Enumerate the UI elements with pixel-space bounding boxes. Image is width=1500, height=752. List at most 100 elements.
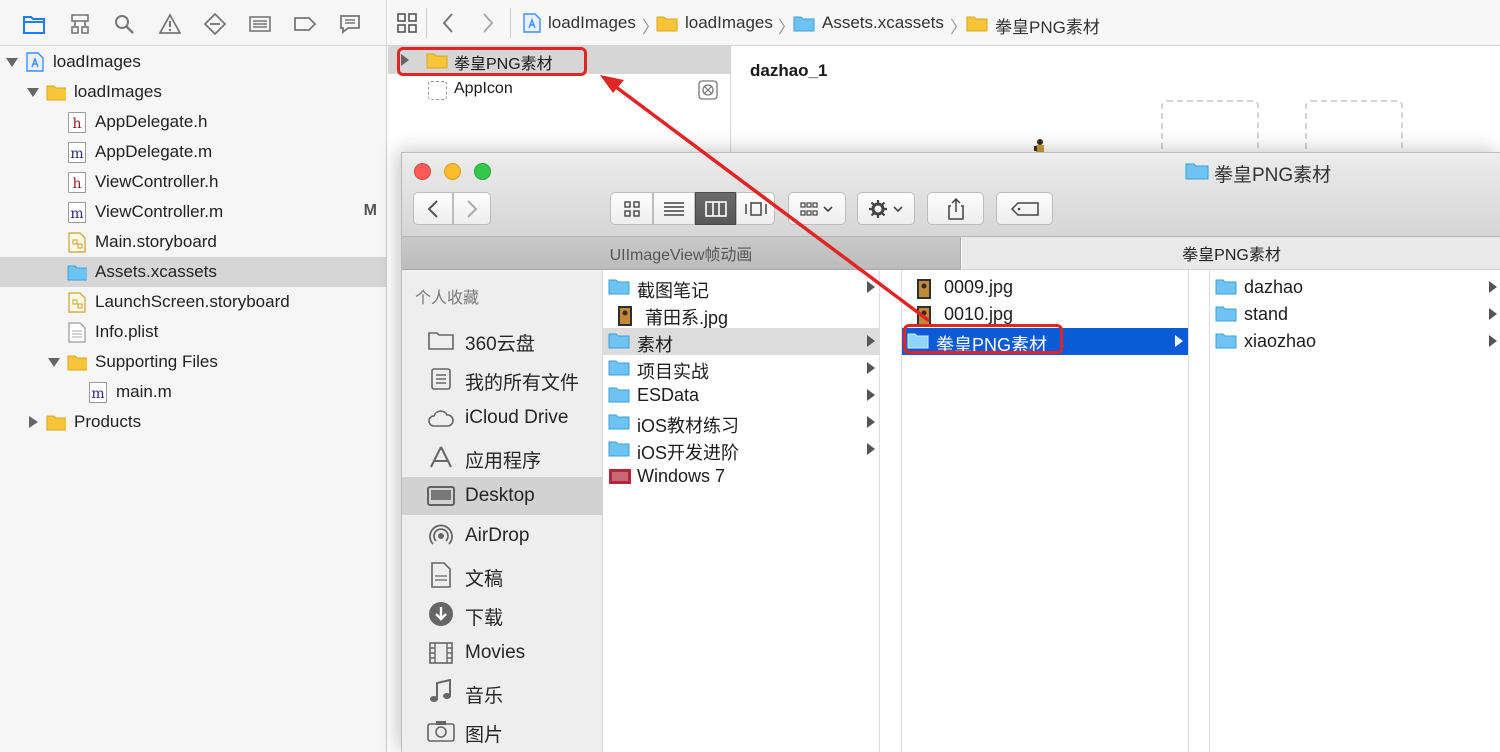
header-file-icon: h <box>67 171 87 193</box>
disclosure-arrow-icon <box>867 281 875 293</box>
sidebar-item[interactable]: AirDrop <box>402 517 603 555</box>
sidebar-item[interactable]: Movies <box>402 634 603 672</box>
finder-sidebar: 个人收藏 360云盘 我的所有文件 iCloud Drive 应用程序 Desktop A… <box>402 270 603 752</box>
finder-item[interactable]: 项目实战 <box>603 355 880 382</box>
sidebar-item[interactable]: 360云盘 <box>402 321 603 359</box>
disclosure-triangle-icon[interactable] <box>5 55 19 69</box>
sidebar-item-label: 图片 <box>465 725 504 746</box>
issue-navigator-icon[interactable] <box>157 11 183 37</box>
airdrop-icon <box>427 524 455 548</box>
finder-item[interactable]: 截图笔记 <box>603 274 880 301</box>
sidebar-item[interactable]: 文稿 <box>402 556 603 594</box>
sidebar-item[interactable]: 应用程序 <box>402 438 603 476</box>
close-button[interactable] <box>414 163 431 180</box>
image-file-icon <box>914 278 938 299</box>
finder-item-label: 0009.jpg <box>944 277 1014 297</box>
tree-item-label: main.m <box>116 382 172 401</box>
back-arrow-icon[interactable] <box>440 12 456 34</box>
tab-bar: UIImageView帧动画 拳皇PNG素材 <box>402 237 1500 270</box>
report-navigator-icon[interactable] <box>337 11 363 37</box>
appicon-label[interactable]: AppIcon <box>454 80 513 98</box>
header-file-icon: h <box>67 111 87 133</box>
tree-item[interactable]: Assets.xcassets <box>0 257 386 287</box>
folder-icon <box>67 352 87 372</box>
minimize-button[interactable] <box>444 163 461 180</box>
finder-item[interactable]: stand <box>1210 301 1500 328</box>
sidebar-item-label: 360云盘 <box>465 334 535 355</box>
tree-item[interactable]: Products <box>0 407 386 437</box>
tree-item[interactable]: loadImages <box>0 77 386 107</box>
tree-item[interactable]: loadImages <box>0 47 386 77</box>
edit-tags-button[interactable] <box>996 192 1053 225</box>
finder-item[interactable]: Windows 7 <box>603 463 880 490</box>
sidebar-item[interactable]: Desktop <box>402 477 603 516</box>
list-view-button[interactable] <box>653 192 695 225</box>
share-button[interactable] <box>927 192 984 225</box>
finder-item[interactable]: iOS教材练习 <box>603 409 880 436</box>
tree-item[interactable]: m AppDelegate.m <box>0 137 386 167</box>
asset-name: dazhao_1 <box>750 61 828 80</box>
finder-item[interactable]: 0009.jpg <box>902 274 1188 301</box>
find-navigator-icon[interactable] <box>111 11 137 37</box>
tree-item[interactable]: h ViewController.h <box>0 167 386 197</box>
disclosure-triangle-icon[interactable] <box>26 415 40 429</box>
tab-kof-png[interactable]: 拳皇PNG素材 <box>962 237 1500 270</box>
arrange-button[interactable] <box>788 192 846 225</box>
tree-item[interactable]: m ViewController.m M <box>0 197 386 227</box>
project-icon <box>523 13 541 33</box>
debug-navigator-icon[interactable] <box>247 11 273 37</box>
tree-item[interactable]: Main.storyboard <box>0 227 386 257</box>
forward-arrow-icon[interactable] <box>480 12 496 34</box>
forward-button[interactable] <box>453 192 491 225</box>
finder-item[interactable]: xiaozhao <box>1210 328 1500 355</box>
file-tree: loadImages loadImages h AppDelegate.h m AppDe… <box>0 46 386 752</box>
disclosure-triangle-icon[interactable] <box>47 355 61 369</box>
sidebar-item[interactable]: 音乐 <box>402 673 603 711</box>
finder-item[interactable]: dazhao <box>1210 274 1500 301</box>
breadcrumb-group[interactable]: loadImages <box>685 13 773 33</box>
back-button[interactable] <box>413 192 453 225</box>
remove-asset-icon[interactable] <box>698 80 718 100</box>
finder-item[interactable]: iOS开发进阶 <box>603 436 880 463</box>
sidebar-item-label: iCloud Drive <box>465 407 569 429</box>
modified-badge: M <box>363 202 377 219</box>
tree-item[interactable]: h AppDelegate.h <box>0 107 386 137</box>
sidebar-item[interactable]: iCloud Drive <box>402 399 603 437</box>
breakpoint-navigator-icon[interactable] <box>292 11 318 37</box>
finder-item[interactable]: ESData <box>603 382 880 409</box>
disclosure-triangle-icon[interactable] <box>26 85 40 99</box>
desktop-icon <box>427 484 455 508</box>
tab-uiimageview[interactable]: UIImageView帧动画 <box>402 237 961 270</box>
sidebar-item[interactable]: 我的所有文件 <box>402 360 603 398</box>
related-items-icon[interactable] <box>396 12 418 34</box>
symbol-navigator-icon[interactable] <box>67 11 93 37</box>
project-navigator-icon[interactable] <box>21 11 47 37</box>
breadcrumb-folder[interactable]: 拳皇PNG素材 <box>995 13 1100 38</box>
action-gear-button[interactable] <box>857 192 915 225</box>
tree-item[interactable]: LaunchScreen.storyboard <box>0 287 386 317</box>
finder-item[interactable]: 素材 <box>603 328 880 355</box>
image-slot-2x[interactable] <box>1305 100 1403 160</box>
tree-item[interactable]: m main.m <box>0 377 386 407</box>
sidebar-item[interactable]: 下载 <box>402 595 603 633</box>
window-title: 拳皇PNG素材 <box>1214 165 1332 186</box>
breadcrumb-asset-catalog[interactable]: Assets.xcassets <box>822 13 944 33</box>
zoom-button[interactable] <box>474 163 491 180</box>
tree-item[interactable]: Info.plist <box>0 317 386 347</box>
breadcrumb-project[interactable]: loadImages <box>548 13 636 33</box>
asset-catalog-icon <box>793 15 815 32</box>
disclosure-arrow-icon <box>1175 335 1183 347</box>
column-view-button[interactable] <box>695 192 736 225</box>
finder-item[interactable]: 莆田系.jpg <box>603 301 880 328</box>
finder-window: 拳皇PNG素材 UIImageView帧动画 拳皇PNG素材 个人收藏 360云… <box>401 152 1500 752</box>
image-slot-1x[interactable] <box>1161 100 1259 160</box>
icon-view-button[interactable] <box>610 192 653 225</box>
finder-item-label: ESData <box>637 385 700 405</box>
folder-icon <box>1185 162 1209 180</box>
test-navigator-icon[interactable] <box>202 11 228 37</box>
tree-item[interactable]: Supporting Files <box>0 347 386 377</box>
folder-icon <box>1215 332 1239 351</box>
gallery-view-button[interactable] <box>736 192 775 225</box>
finder-item-label: dazhao <box>1244 277 1304 297</box>
sidebar-item[interactable]: 图片 <box>402 712 603 750</box>
